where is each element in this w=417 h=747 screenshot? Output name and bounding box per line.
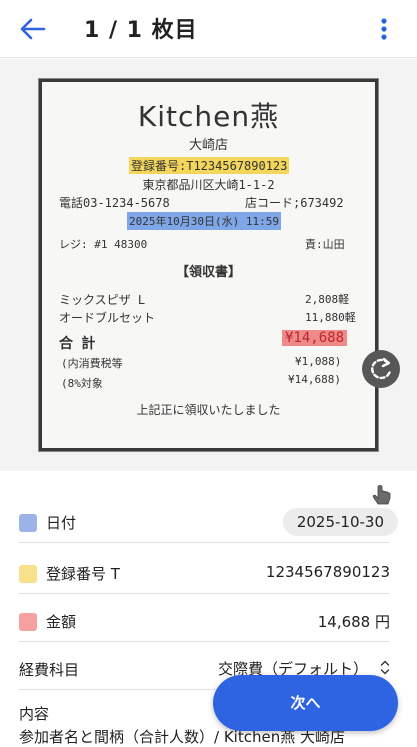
receipt-shop-name: Kitchen燕 [137, 100, 280, 133]
receipt-tax-label: (内消費税等 [61, 357, 123, 370]
account-label: 経費科目 [19, 661, 80, 679]
receipt-image[interactable]: Kitchen燕 大崎店 登録番号:T1234567890123 東京都品川区大… [39, 79, 378, 451]
chevron-up-down-icon [380, 659, 390, 676]
page-title: 1 / 1 枚目 [84, 18, 198, 43]
receipt-staff: 責:山田 [305, 238, 345, 251]
receipt-item-name: オードブルセット [59, 311, 156, 325]
app-header: 1 / 1 枚目 [0, 0, 417, 58]
receipt-store-code: 店コード;673492 [245, 196, 344, 210]
next-button[interactable]: 次へ [213, 675, 398, 731]
receipt-photo-area: Kitchen燕 大崎店 登録番号:T1234567890123 東京都品川区大… [0, 59, 417, 505]
amount-row[interactable]: 金額 14,688 円 [18, 594, 390, 642]
receipt-registration-highlight: 登録番号:T1234567890123 [129, 157, 290, 174]
rotate-button[interactable] [362, 350, 400, 388]
receipt-total-label: 合 計 [59, 336, 96, 352]
back-button[interactable] [18, 16, 46, 42]
receipt-tel: 電話03-1234-5678 [59, 196, 170, 210]
receipt-rate-value: ¥14,688) [288, 373, 341, 386]
receipt-total-highlight: ¥14,688 [282, 330, 348, 346]
registration-row[interactable]: 登録番号 T 1234567890123 [18, 546, 390, 594]
more-menu-button[interactable] [376, 16, 392, 42]
date-row[interactable]: 日付 2025-10-30 [18, 495, 398, 543]
receipt-footer: 上記正に領収いたしました [136, 403, 281, 417]
date-value-chip[interactable]: 2025-10-30 [282, 508, 398, 536]
amount-color-swatch [19, 613, 37, 631]
receipt-item-price: 2,808軽 [305, 293, 350, 306]
receipt-rate-label: (8%対象 [61, 377, 103, 390]
registration-label: 登録番号 T [46, 565, 120, 583]
receipt-address: 東京都品川区大崎1-1-2 [142, 178, 275, 192]
receipt-heading: 【領収書】 [175, 265, 241, 280]
arrow-back-icon [20, 18, 46, 40]
content-label: 内容 [19, 705, 50, 723]
receipt-item-name: ミックスピザ L [59, 293, 146, 307]
date-label: 日付 [46, 514, 77, 532]
receipt-register: レジ: #1 48300 [59, 238, 148, 251]
date-color-swatch [19, 514, 37, 532]
amount-value[interactable]: 14,688 円 [318, 611, 390, 632]
registration-color-swatch [19, 565, 37, 583]
receipt-branch: 大崎店 [188, 138, 228, 153]
receipt-item-price: 11,880軽 [305, 311, 356, 324]
rotate-icon [371, 357, 392, 380]
registration-value[interactable]: 1234567890123 [266, 563, 390, 581]
amount-label: 金額 [46, 613, 77, 631]
receipt-date-highlight: 2025年10月30日(水) 11:59 [127, 212, 281, 230]
more-vert-icon [381, 18, 387, 40]
receipt-tax-value: ¥1,088) [295, 355, 342, 368]
